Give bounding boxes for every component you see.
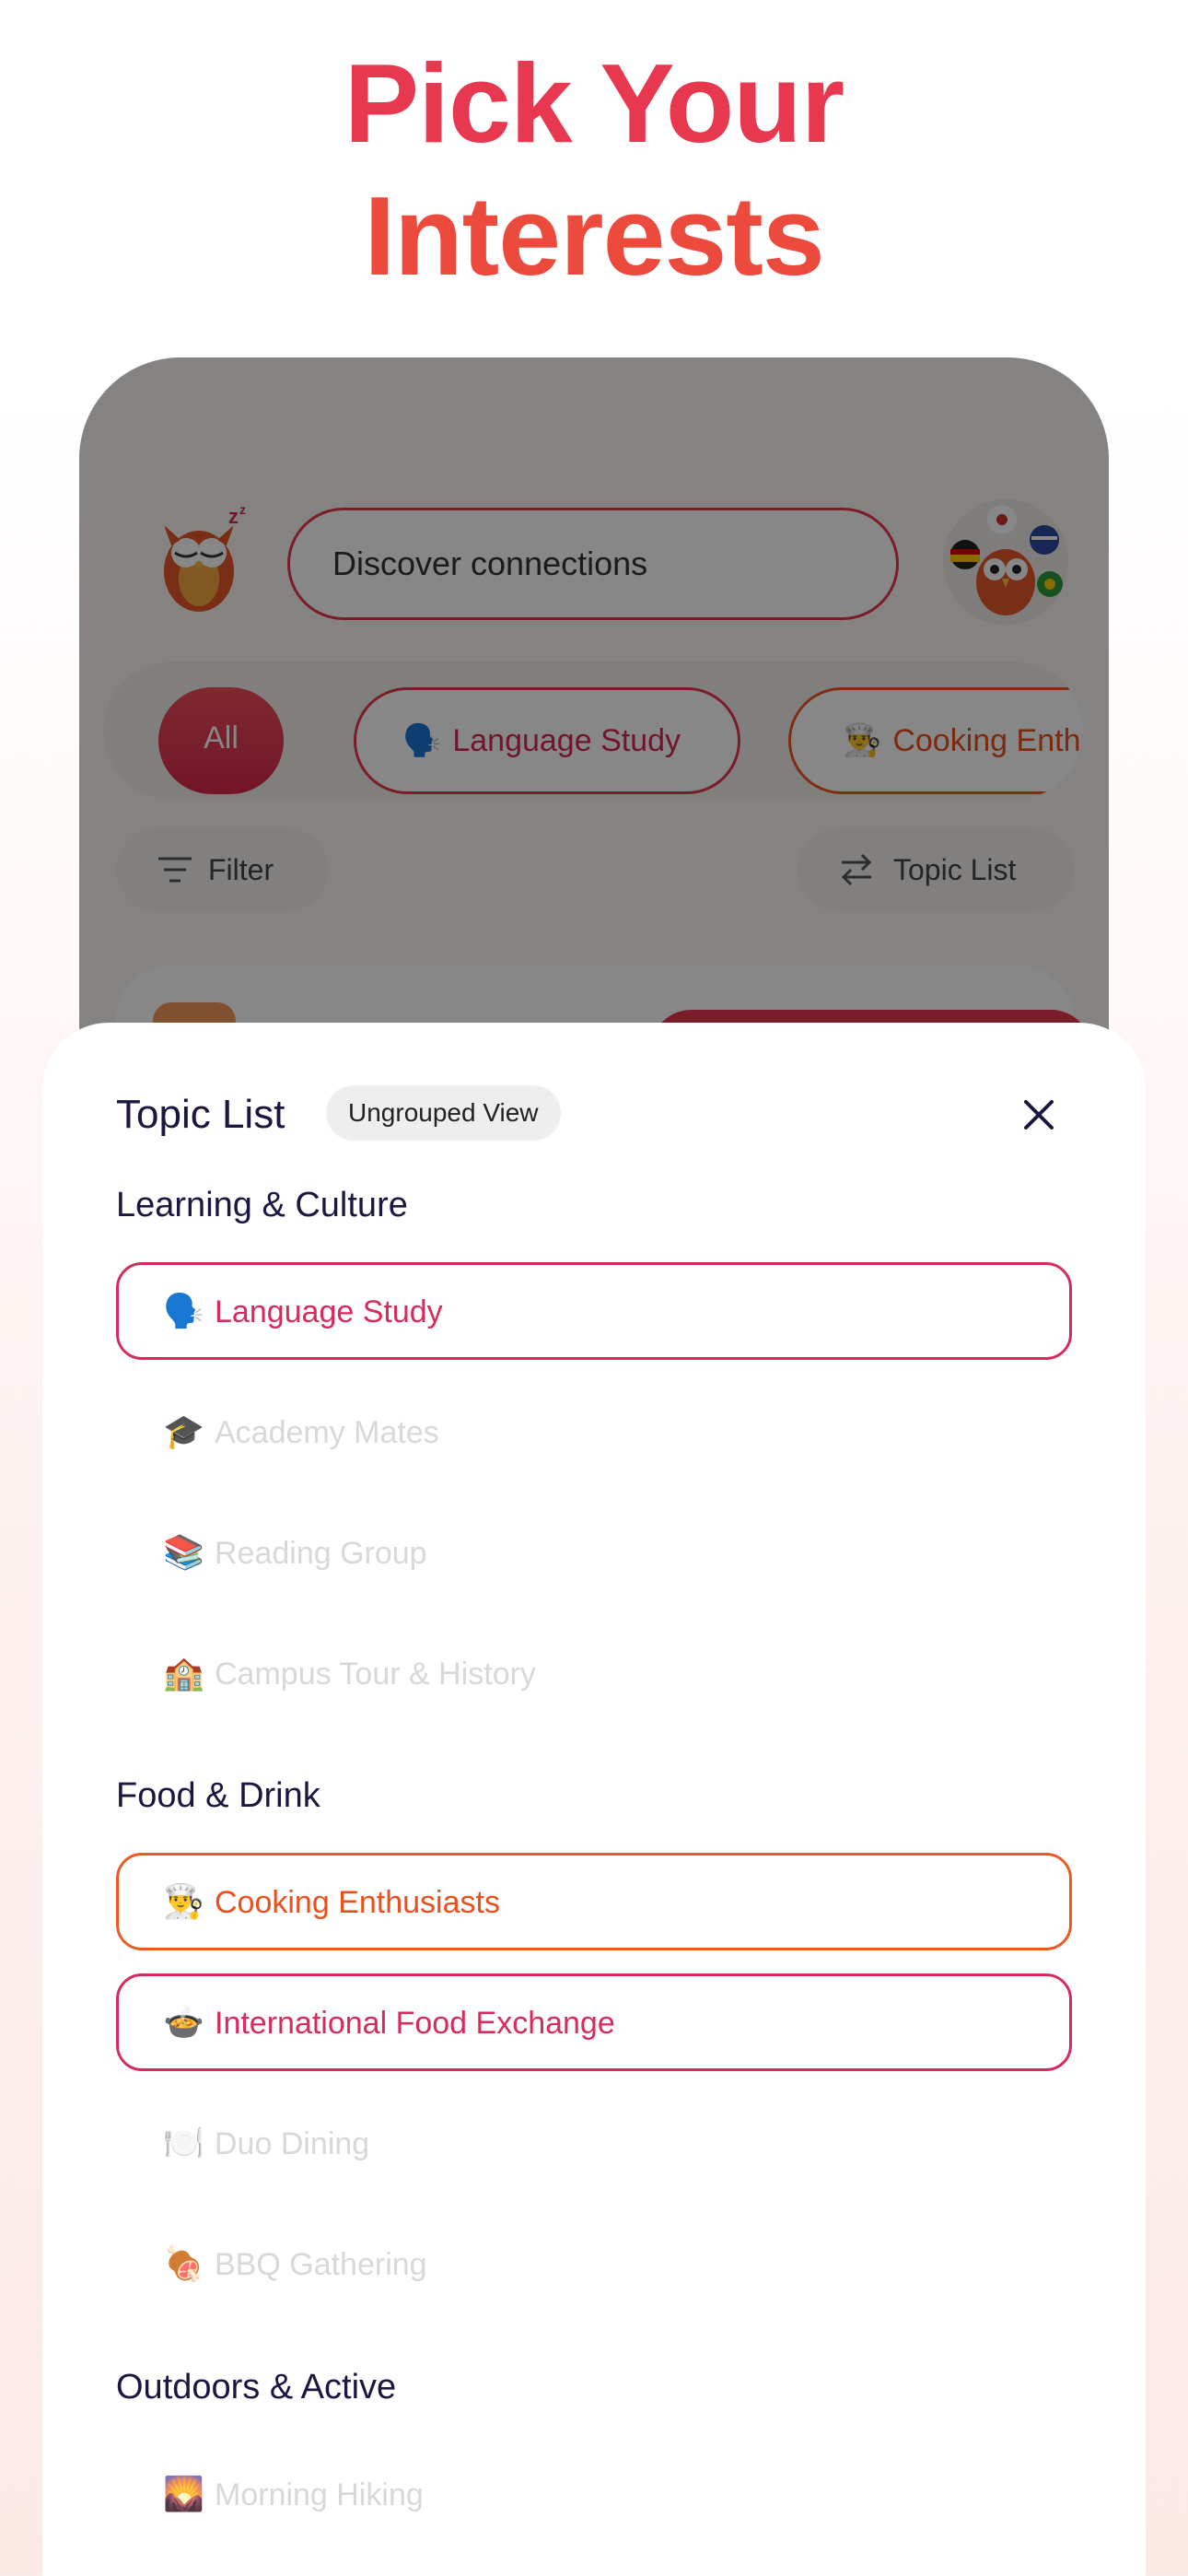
- topic-item-reading-group[interactable]: 📚 Reading Group: [116, 1504, 1072, 1601]
- topic-item-academy-mates[interactable]: 🎓 Academy Mates: [116, 1383, 1072, 1481]
- topic-label: Language Study: [215, 1294, 443, 1329]
- topic-list-sheet: Topic List Ungrouped View Learning & Cul…: [42, 1023, 1146, 2576]
- topic-item-international-food-exchange[interactable]: 🍲 International Food Exchange: [116, 1973, 1072, 2071]
- section-title-food-drink: Food & Drink: [116, 1776, 320, 1815]
- headline: Pick Your Interests: [0, 37, 1188, 302]
- topic-item-language-study[interactable]: 🗣️ Language Study: [116, 1262, 1072, 1360]
- topic-item-bbq-gathering[interactable]: 🍖 BBQ Gathering: [116, 2215, 1072, 2313]
- topic-label: BBQ Gathering: [215, 2247, 427, 2282]
- graduation-cap-icon: 🎓: [163, 1412, 204, 1450]
- headline-line-2: Interests: [364, 173, 825, 299]
- section-title-outdoors-active: Outdoors & Active: [116, 2368, 397, 2406]
- topic-item-morning-hiking[interactable]: 🌄 Morning Hiking: [116, 2445, 1072, 2543]
- school-building-icon: 🏫: [163, 1654, 204, 1692]
- topic-label: Morning Hiking: [215, 2477, 424, 2512]
- topic-label: Campus Tour & History: [215, 1657, 536, 1692]
- topic-label: Reading Group: [215, 1536, 427, 1571]
- topic-label: Duo Dining: [215, 2126, 370, 2161]
- topic-item-campus-tour[interactable]: 🏫 Campus Tour & History: [116, 1624, 1072, 1722]
- topic-item-cooking-enthusiasts[interactable]: 👨‍🍳 Cooking Enthusiasts: [116, 1853, 1072, 1950]
- ungrouped-view-badge[interactable]: Ungrouped View: [326, 1085, 561, 1141]
- plate-cutlery-icon: 🍽️: [163, 2124, 204, 2161]
- sheet-title: Topic List: [116, 1092, 285, 1137]
- sunrise-mountains-icon: 🌄: [163, 2475, 204, 2512]
- headline-line-1: Pick Your: [344, 41, 845, 166]
- meat-on-bone-icon: 🍖: [163, 2244, 204, 2282]
- topic-label: Academy Mates: [215, 1415, 439, 1450]
- section-title-learning-culture: Learning & Culture: [116, 1186, 408, 1224]
- cook-icon: 👨‍🍳: [163, 1882, 204, 1920]
- close-icon[interactable]: [1019, 1095, 1059, 1135]
- stew-pot-icon: 🍲: [163, 2003, 204, 2041]
- speaking-head-icon: 🗣️: [163, 1292, 204, 1329]
- topic-item-duo-dining[interactable]: 🍽️ Duo Dining: [116, 2094, 1072, 2192]
- books-icon: 📚: [163, 1533, 204, 1571]
- topic-label: International Food Exchange: [215, 2006, 615, 2041]
- topic-label: Cooking Enthusiasts: [215, 1885, 500, 1920]
